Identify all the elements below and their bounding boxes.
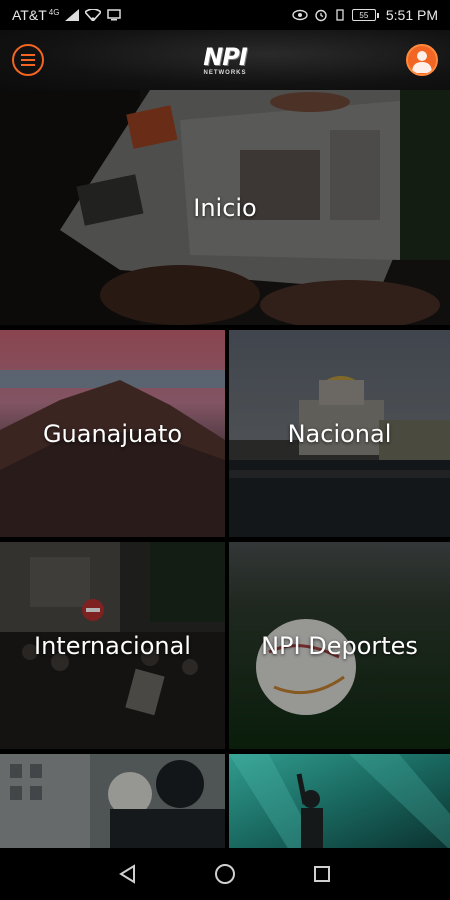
signal-icon	[65, 9, 80, 21]
carrier-label: AT&T	[12, 7, 47, 23]
app-bar: NPI NETWORKS	[0, 30, 450, 90]
recents-square-icon	[313, 866, 330, 882]
tile-partial-right[interactable]	[229, 754, 450, 850]
back-button[interactable]	[112, 858, 144, 890]
menu-button[interactable]	[12, 44, 44, 76]
tile-deportes-label: NPI Deportes	[261, 631, 418, 660]
battery-icon: 55	[351, 9, 379, 21]
menu-icon	[21, 54, 35, 66]
tile-deportes[interactable]: NPI Deportes	[229, 542, 450, 749]
eye-icon	[292, 9, 308, 21]
clock: 5:51 PM	[385, 7, 438, 23]
tile-guanajuato-label: Guanajuato	[42, 419, 183, 448]
tile-internacional-label: Internacional	[34, 631, 191, 660]
battery-level: 55	[359, 10, 369, 20]
status-right: 55 5:51 PM	[292, 7, 438, 23]
recents-button[interactable]	[306, 858, 338, 890]
back-triangle-icon	[119, 864, 136, 884]
system-nav-bar	[0, 848, 450, 900]
tile-guanajuato[interactable]: Guanajuato	[0, 330, 225, 537]
tile-partial-left[interactable]	[0, 754, 225, 850]
tile-inicio[interactable]: Inicio	[0, 90, 450, 325]
tile-nacional-label: Nacional	[287, 419, 392, 448]
tile-nacional[interactable]: Nacional	[229, 330, 450, 537]
network-type-icon: 4G	[48, 7, 60, 17]
logo-text: NPI	[203, 42, 248, 71]
screen-cast-icon	[107, 9, 122, 21]
status-left: AT&T 4G	[12, 7, 122, 23]
tile-inicio-label: Inicio	[193, 193, 257, 222]
vibrate-icon	[334, 9, 346, 21]
home-button[interactable]	[209, 858, 241, 890]
alarm-icon	[314, 8, 328, 22]
profile-button[interactable]	[405, 44, 438, 76]
concert-image	[229, 754, 450, 850]
app-logo: NPI NETWORKS	[203, 42, 248, 76]
wifi-icon	[85, 9, 102, 21]
status-bar: AT&T 4G 55 5:51 PM	[0, 0, 450, 30]
police-image	[0, 754, 225, 850]
person-icon	[411, 51, 432, 73]
home-circle-icon	[214, 864, 235, 884]
tile-internacional[interactable]: Internacional	[0, 542, 225, 749]
logo-subtext: NETWORKS	[203, 69, 247, 76]
